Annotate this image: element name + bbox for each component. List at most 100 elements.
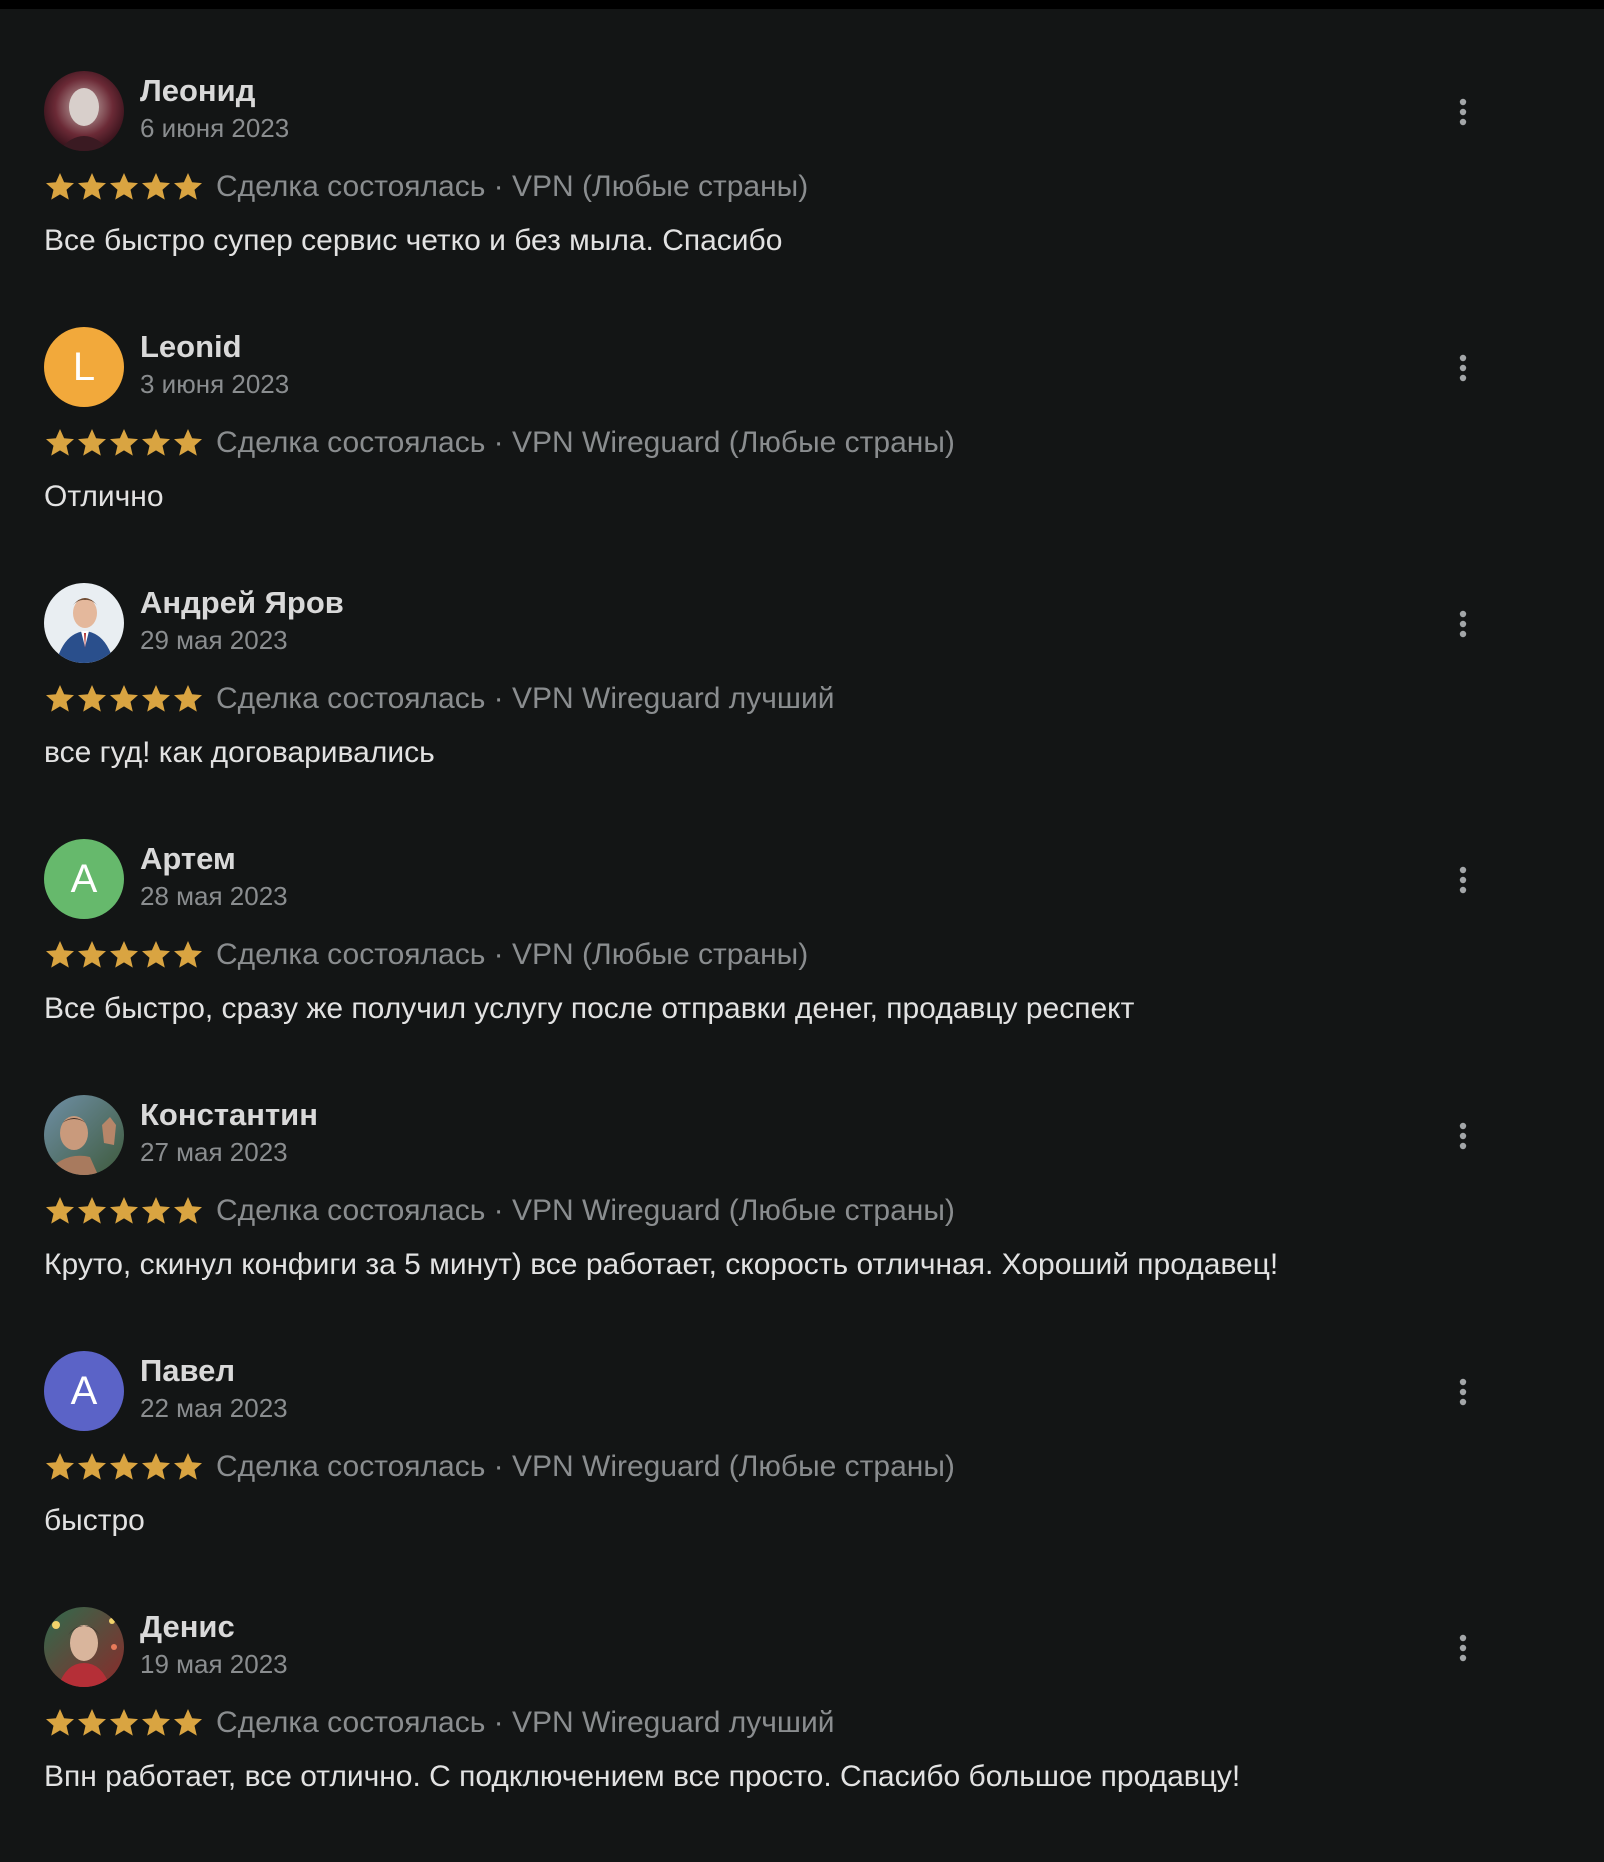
more-options-button[interactable] <box>1448 1118 1478 1154</box>
review-date: 28 мая 2023 <box>140 881 288 911</box>
review-text: Впн работает, все отлично. С подключение… <box>44 1760 1241 1793</box>
star-icon <box>46 429 74 456</box>
review-date: 29 мая 2023 <box>140 625 288 655</box>
avatar-letter: А <box>70 1368 98 1413</box>
more-vertical-icon <box>1459 866 1467 894</box>
deal-meta: Сделка состоялась · VPN Wireguard лучший <box>216 1706 835 1739</box>
star-icon <box>174 1453 202 1480</box>
rating-line: Сделка состоялась · VPN Wireguard (Любые… <box>44 423 955 463</box>
user-photo-avatar-icon <box>44 71 124 151</box>
review-item: А Павел 22 мая 2023 Сделка состоялась · … <box>44 1350 1474 1606</box>
star-icon <box>78 1453 106 1480</box>
more-vertical-icon <box>1459 610 1467 638</box>
more-options-button[interactable] <box>1448 94 1478 130</box>
reviews-list: Леонид 6 июня 2023 Сделка состоялась · V… <box>44 70 1474 1862</box>
star-icon <box>110 1709 138 1736</box>
star-icon <box>110 1197 138 1224</box>
star-icon <box>78 685 106 712</box>
avatar[interactable]: А <box>44 839 124 919</box>
review-item: Денис 19 мая 2023 Сделка состоялась · VP… <box>44 1606 1474 1862</box>
star-icon <box>142 173 170 200</box>
review-text: Круто, скинул конфиги за 5 минут) все ра… <box>44 1248 1279 1281</box>
avatar-letter: L <box>72 344 96 389</box>
review-text: Отлично <box>44 480 164 513</box>
author-name[interactable]: Константин <box>140 1096 318 1134</box>
deal-meta: Сделка состоялась · VPN (Любые страны) <box>216 170 809 203</box>
author-name[interactable]: Андрей Яров <box>140 584 344 622</box>
star-rating <box>44 1451 204 1483</box>
deal-meta: Сделка состоялась · VPN (Любые страны) <box>216 938 809 971</box>
deal-meta: Сделка состоялась · VPN Wireguard (Любые… <box>216 1194 955 1227</box>
star-rating <box>44 1195 204 1227</box>
star-icon <box>174 1709 202 1736</box>
star-rating <box>44 939 204 971</box>
star-icon <box>110 941 138 968</box>
review-text: Все быстро, сразу же получил услугу посл… <box>44 992 1135 1025</box>
star-icon <box>174 685 202 712</box>
review-text: быстро <box>44 1504 145 1537</box>
review-item: Андрей Яров 29 мая 2023 Сделка состоялас… <box>44 582 1474 838</box>
review-text: Все быстро супер сервис четко и без мыла… <box>44 224 783 257</box>
author-name[interactable]: Leonid <box>140 328 242 366</box>
review-date: 27 мая 2023 <box>140 1137 288 1167</box>
star-icon <box>78 429 106 456</box>
avatar[interactable]: L <box>44 327 124 407</box>
star-rating <box>44 427 204 459</box>
rating-line: Сделка состоялась · VPN (Любые страны) <box>44 167 808 207</box>
star-icon <box>46 173 74 200</box>
more-vertical-icon <box>1459 1634 1467 1662</box>
more-vertical-icon <box>1459 98 1467 126</box>
star-icon <box>110 429 138 456</box>
review-date: 6 июня 2023 <box>140 113 290 143</box>
star-icon <box>78 173 106 200</box>
review-text: все гуд! как договаривались <box>44 736 435 769</box>
author-name[interactable]: Павел <box>140 1352 235 1390</box>
rating-line: Сделка состоялась · VPN Wireguard (Любые… <box>44 1447 955 1487</box>
star-icon <box>110 173 138 200</box>
star-icon <box>78 1709 106 1736</box>
star-icon <box>46 685 74 712</box>
user-photo-avatar-icon <box>44 583 124 663</box>
author-name[interactable]: Артем <box>140 840 236 878</box>
rating-line: Сделка состоялась · VPN (Любые страны) <box>44 935 808 975</box>
star-rating <box>44 171 204 203</box>
rating-line: Сделка состоялась · VPN Wireguard лучший <box>44 1703 834 1743</box>
more-options-button[interactable] <box>1448 1374 1478 1410</box>
user-photo-avatar-icon <box>44 1607 124 1687</box>
author-name[interactable]: Леонид <box>140 72 255 110</box>
star-icon <box>174 173 202 200</box>
star-icon <box>46 1197 74 1224</box>
more-options-button[interactable] <box>1448 1630 1478 1666</box>
more-options-button[interactable] <box>1448 350 1478 386</box>
star-rating <box>44 1707 204 1739</box>
star-icon <box>142 685 170 712</box>
star-icon <box>142 429 170 456</box>
avatar[interactable]: А <box>44 1351 124 1431</box>
star-icon <box>46 1453 74 1480</box>
avatar[interactable] <box>44 1095 124 1175</box>
more-options-button[interactable] <box>1448 862 1478 898</box>
star-icon <box>78 941 106 968</box>
star-icon <box>174 429 202 456</box>
more-options-button[interactable] <box>1448 606 1478 642</box>
review-item: L Leonid 3 июня 2023 Сделка состоялась ·… <box>44 326 1474 582</box>
deal-meta: Сделка состоялась · VPN Wireguard (Любые… <box>216 426 955 459</box>
avatar-letter: А <box>70 856 98 901</box>
avatar[interactable] <box>44 583 124 663</box>
star-icon <box>174 1197 202 1224</box>
star-icon <box>142 1197 170 1224</box>
star-icon <box>142 1709 170 1736</box>
author-name[interactable]: Денис <box>140 1608 235 1646</box>
more-vertical-icon <box>1459 1122 1467 1150</box>
more-vertical-icon <box>1459 354 1467 382</box>
top-bar <box>0 0 1604 9</box>
review-date: 19 мая 2023 <box>140 1649 288 1679</box>
review-item: Константин 27 мая 2023 Сделка состоялась… <box>44 1094 1474 1350</box>
star-icon <box>142 1453 170 1480</box>
star-icon <box>174 941 202 968</box>
review-item: Леонид 6 июня 2023 Сделка состоялась · V… <box>44 70 1474 326</box>
star-icon <box>110 685 138 712</box>
avatar[interactable] <box>44 71 124 151</box>
review-date: 3 июня 2023 <box>140 369 290 399</box>
avatar[interactable] <box>44 1607 124 1687</box>
